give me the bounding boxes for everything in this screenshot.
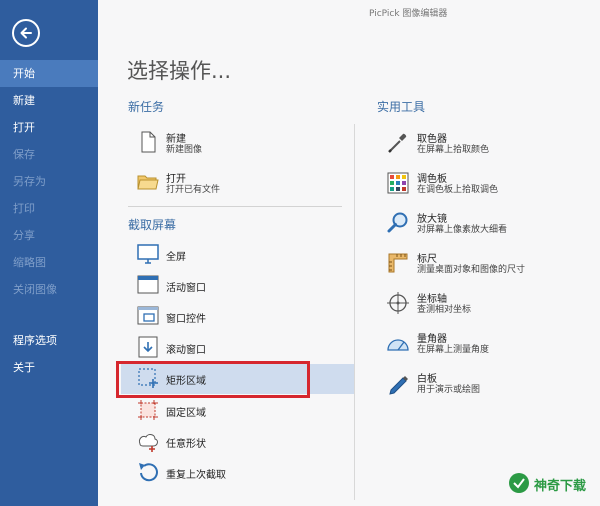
freehand-shape-icon: [139, 434, 158, 452]
sidebar-item-options[interactable]: 程序选项: [0, 327, 98, 354]
tool-palette[interactable]: 调色板 在调色板上拾取调色: [380, 168, 590, 200]
capture-fullscreen-label: 全屏: [166, 252, 186, 263]
window-icon: [137, 275, 159, 294]
sidebar-item-new[interactable]: 新建: [0, 87, 98, 114]
sidebar-item-share: 分享: [13, 229, 35, 242]
tool-crosshair-desc: 查测相对坐标: [417, 305, 472, 315]
page-title: 选择操作...: [127, 59, 232, 83]
sidebar-item-save: 保存: [13, 148, 35, 161]
tool-protractor[interactable]: 量角器 在屏幕上测量角度: [380, 328, 590, 360]
back-button[interactable]: [12, 19, 40, 47]
crosshair-icon: [387, 292, 409, 314]
tool-palette-desc: 在调色板上拾取调色: [417, 185, 499, 195]
sidebar-item-start[interactable]: 开始: [0, 60, 98, 87]
tool-ruler[interactable]: 标尺 测量桌面对象和图像的尺寸: [380, 248, 590, 280]
folder-icon: [137, 175, 159, 190]
capture-scroll-window[interactable]: 滚动窗口: [128, 333, 360, 363]
sidebar-item-close-image: 关闭图像: [13, 283, 57, 296]
magnifier-icon: [387, 212, 408, 233]
app-title: PicPick 图像编辑器: [369, 9, 448, 19]
capture-freehand[interactable]: 任意形状: [128, 427, 360, 457]
pen-icon: [389, 376, 408, 395]
tool-whiteboard[interactable]: 白板 用于演示或绘图: [380, 368, 590, 400]
sidebar-item-print: 打印: [13, 202, 35, 215]
watermark-text: 神奇下载: [534, 479, 587, 494]
column-divider: [354, 124, 355, 500]
tool-whiteboard-desc: 用于演示或绘图: [417, 385, 481, 395]
new-image-desc: 新建图像: [166, 145, 203, 155]
scroll-window-icon: [138, 336, 158, 358]
protractor-icon: [387, 339, 409, 351]
window-control-icon: [137, 306, 159, 325]
watermark: 神奇下载: [508, 472, 590, 494]
tool-color-picker[interactable]: 取色器 在屏幕上拾取颜色: [380, 128, 590, 160]
tool-color-picker-desc: 在屏幕上拾取颜色: [417, 145, 490, 155]
sidebar-item-about[interactable]: 关于: [0, 354, 98, 381]
sidebar-nav: 开始 新建 打开 保存 另存为 打印 分享 缩略图 关闭图像 程序选项 关于: [0, 60, 98, 381]
sidebar-item-open[interactable]: 打开: [0, 114, 98, 141]
palette-icon: [387, 172, 409, 194]
highlight-box: [116, 361, 310, 398]
capture-fixed-region[interactable]: 固定区域: [128, 396, 360, 426]
repeat-icon: [139, 463, 158, 482]
tool-magnifier[interactable]: 放大镜 对屏幕上像素放大细看: [380, 208, 590, 240]
arrow-left-icon: [20, 27, 32, 39]
capture-window-control[interactable]: 窗口控件: [128, 302, 360, 332]
fixed-region-icon: [138, 400, 158, 420]
capture-repeat-last[interactable]: 重复上次截取: [128, 458, 360, 488]
tool-protractor-desc: 在屏幕上测量角度: [417, 345, 490, 355]
section-title-capture: 截取屏幕: [128, 218, 177, 232]
sidebar-item-thumbnail: 缩略图: [13, 256, 46, 269]
section-title-new-task: 新任务: [128, 100, 165, 114]
capture-scroll-window-label: 滚动窗口: [166, 345, 206, 356]
capture-fixed-region-label: 固定区域: [166, 408, 206, 419]
new-image-item[interactable]: 新建 新建图像: [128, 128, 360, 158]
document-icon: [141, 131, 156, 153]
open-file-desc: 打开已有文件: [166, 185, 221, 195]
tool-crosshair[interactable]: 坐标轴 查测相对坐标: [380, 288, 590, 320]
section-divider: [128, 206, 342, 207]
sidebar: 开始 新建 打开 保存 另存为 打印 分享 缩略图 关闭图像 程序选项 关于: [0, 0, 98, 506]
sidebar-item-save-as: 另存为: [13, 175, 46, 188]
capture-active-window-label: 活动窗口: [166, 283, 206, 294]
capture-fullscreen[interactable]: 全屏: [128, 240, 360, 270]
monitor-icon: [137, 244, 159, 264]
open-file-item[interactable]: 打开 打开已有文件: [128, 168, 360, 198]
ruler-icon: [388, 253, 408, 273]
capture-active-window[interactable]: 活动窗口: [128, 271, 360, 301]
capture-window-control-label: 窗口控件: [166, 314, 206, 325]
eyedropper-icon: [388, 133, 407, 153]
capture-freehand-label: 任意形状: [166, 439, 206, 450]
tool-ruler-desc: 测量桌面对象和图像的尺寸: [417, 265, 526, 275]
tool-magnifier-desc: 对屏幕上像素放大细看: [417, 225, 508, 235]
capture-repeat-last-label: 重复上次截取: [166, 470, 226, 481]
watermark-logo-icon: [509, 473, 529, 493]
section-title-tools: 实用工具: [377, 100, 426, 114]
